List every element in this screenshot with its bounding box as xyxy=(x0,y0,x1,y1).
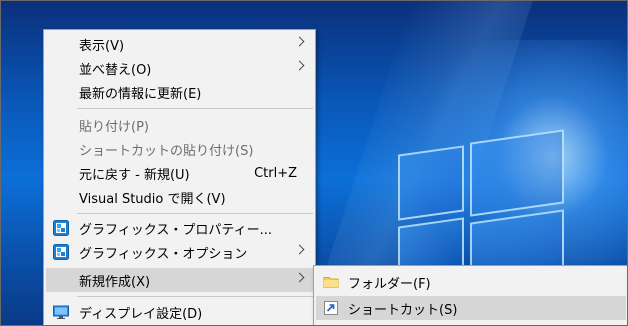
submenu-item-folder[interactable]: フォルダー(F) xyxy=(316,270,626,294)
menu-item-label: 表示(V) xyxy=(79,38,125,54)
menu-item-label: グラフィックス・プロパティー... xyxy=(79,222,272,238)
menu-item-label: 貼り付け(P) xyxy=(79,119,149,135)
folder-icon xyxy=(323,277,339,288)
windows-logo-pane xyxy=(398,145,464,221)
menu-item-sort-by[interactable]: 並べ替え(O) xyxy=(46,56,313,80)
display-icon xyxy=(53,305,69,319)
menu-separator xyxy=(77,213,313,214)
menu-item-label: Visual Studio で開く(V) xyxy=(79,191,226,207)
menu-item-label: 新規作成(X) xyxy=(79,274,151,290)
menu-separator xyxy=(77,108,313,109)
menu-item-label: 元に戻す - 新規(U) xyxy=(79,167,190,183)
intel-graphics-icon xyxy=(53,244,69,260)
windows-logo-pane xyxy=(470,129,564,217)
submenu-item-shortcut[interactable]: ショートカット(S) xyxy=(316,296,626,320)
chevron-right-icon xyxy=(294,272,305,283)
menu-item-open-visual-studio[interactable]: Visual Studio で開く(V) xyxy=(46,185,313,209)
menu-item-undo-new[interactable]: 元に戻す - 新規(U) Ctrl+Z xyxy=(46,161,313,185)
menu-item-graphics-properties[interactable]: グラフィックス・プロパティー... xyxy=(46,216,313,240)
menu-item-label: 並べ替え(O) xyxy=(79,62,152,78)
chevron-right-icon xyxy=(294,60,305,71)
menu-separator xyxy=(77,296,313,297)
chevron-right-icon xyxy=(294,36,305,47)
submenu-item-label: ショートカット(S) xyxy=(348,302,458,318)
menu-item-new[interactable]: 新規作成(X) xyxy=(46,268,313,292)
menu-item-label: ディスプレイ設定(D) xyxy=(79,306,203,322)
menu-item-display-settings[interactable]: ディスプレイ設定(D) xyxy=(46,300,313,324)
new-submenu: フォルダー(F) ショートカット(S) xyxy=(313,265,628,326)
menu-item-view[interactable]: 表示(V) xyxy=(46,32,313,56)
desktop-context-menu: 表示(V) 並べ替え(O) 最新の情報に更新(E) 貼り付け(P) ショートカッ… xyxy=(43,29,316,326)
submenu-item-label: フォルダー(F) xyxy=(348,276,431,292)
chevron-right-icon xyxy=(294,244,305,255)
menu-item-paste-shortcut: ショートカットの貼り付け(S) xyxy=(46,137,313,161)
menu-item-paste: 貼り付け(P) xyxy=(46,113,313,137)
menu-item-label: ショートカットの貼り付け(S) xyxy=(79,143,254,159)
shortcut-icon xyxy=(324,301,338,315)
menu-item-label: 最新の情報に更新(E) xyxy=(79,86,202,102)
menu-item-label: グラフィックス・オプション xyxy=(79,246,248,262)
menu-item-shortcut: Ctrl+Z xyxy=(254,165,297,181)
menu-item-refresh[interactable]: 最新の情報に更新(E) xyxy=(46,80,313,104)
intel-graphics-icon xyxy=(53,220,69,236)
menu-item-graphics-options[interactable]: グラフィックス・オプション xyxy=(46,240,313,264)
